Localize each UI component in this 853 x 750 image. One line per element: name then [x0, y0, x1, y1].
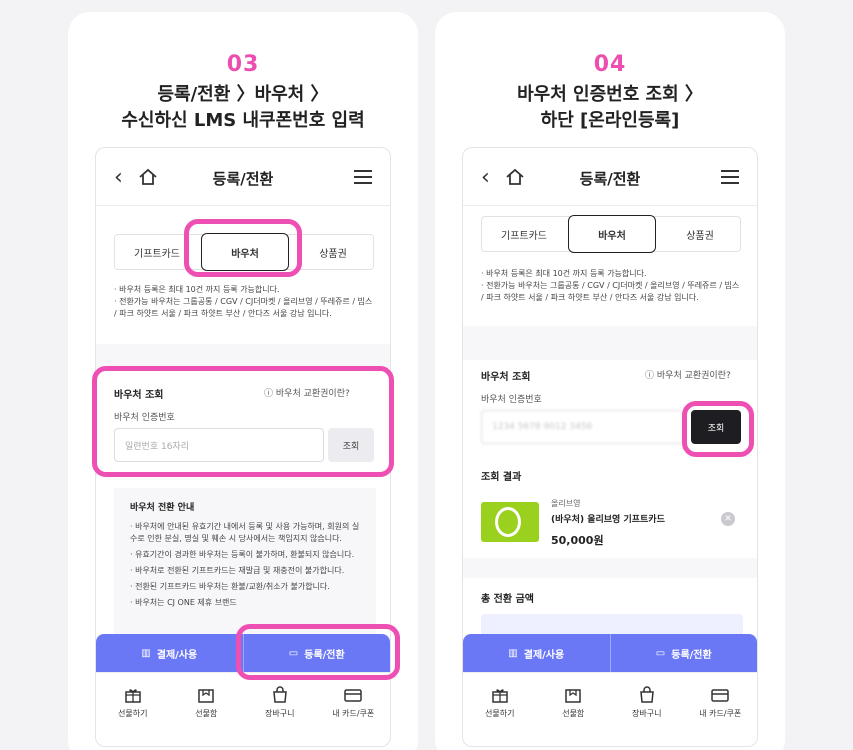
result-title: 조회 결과 — [481, 472, 522, 483]
menu-icon[interactable] — [354, 170, 372, 184]
gift-icon — [125, 689, 141, 703]
step-card-04: 04 바우처 인증번호 조회 〉 하단 [온라인등록] ‹ 등록/전환 기프트카… — [435, 12, 785, 750]
close-circle-icon[interactable]: ✕ — [721, 512, 735, 526]
nav-gift[interactable]: 선물하기 — [96, 673, 170, 732]
shopping-bag-icon — [639, 686, 654, 703]
voucher-code-input[interactable]: 일련번호 16자리 — [114, 428, 324, 462]
result-item: 올리브영 (바우처) 올리브영 기프트카드 50,000원 ✕ — [481, 496, 743, 552]
help-circle-icon: ⓘ — [264, 389, 274, 399]
code-label: 바우처 인증번호 — [114, 413, 175, 423]
tab-voucher[interactable]: 바우처 — [201, 233, 289, 271]
shopping-bag-icon — [272, 686, 287, 703]
result-brand: 올리브영 — [551, 499, 581, 508]
voucher-help-link[interactable]: ⓘ 바우처 교환권이란? — [645, 368, 731, 381]
card-add-icon: ▭ — [655, 647, 666, 659]
lookup-title: 바우처 조회 — [114, 390, 164, 401]
step-title: 등록/전환 〉바우처 〉 수신하신 LMS 내쿠폰번호 입력 — [121, 84, 365, 131]
lookup-button[interactable]: 조회 — [328, 428, 374, 462]
voucher-code-input[interactable]: 1234 5678 9012 3456 — [481, 410, 683, 444]
menu-icon[interactable] — [721, 170, 739, 184]
divider-area — [463, 326, 757, 360]
card-add-icon: ▭ — [288, 647, 299, 659]
card-icon — [711, 689, 729, 702]
voucher-tabs: 기프트카드 바우처 상품권 — [114, 233, 375, 271]
voucher-guide: 바우처 전환 안내 · 바우처에 안내된 유효기간 내에서 등록 및 사용 가능… — [114, 488, 376, 638]
register-button[interactable]: ▭ 등록/전환 — [609, 634, 758, 672]
voucher-notes: · 바우처 등록은 최대 10건 까지 등록 가능합니다. · 전환가능 바우처… — [481, 269, 740, 302]
lookup-button[interactable]: 조회 — [691, 410, 741, 444]
step-number: 04 — [593, 52, 627, 77]
nav-gift-box[interactable]: 선물함 — [537, 673, 611, 732]
voucher-help-link[interactable]: ⓘ 바우처 교환권이란? — [264, 386, 350, 399]
bottom-action-bar: ▥ 결제/사용 ▭ 등록/전환 — [463, 634, 757, 672]
oliveyoung-logo — [481, 502, 539, 542]
page-title: 등록/전환 — [579, 170, 641, 188]
register-button[interactable]: ▭ 등록/전환 — [242, 634, 391, 672]
voucher-tabs: 기프트카드 바우처 상품권 — [481, 215, 742, 253]
card-icon — [344, 689, 362, 702]
top-bar: ‹ 등록/전환 — [463, 148, 757, 206]
step-card-03: 03 등록/전환 〉바우처 〉 수신하신 LMS 내쿠폰번호 입력 ‹ 등록/전… — [68, 12, 418, 750]
step-number: 03 — [226, 52, 260, 77]
page-title: 등록/전환 — [212, 170, 274, 188]
tab-giftcard[interactable]: 기프트카드 — [115, 235, 199, 269]
phone-screen: ‹ 등록/전환 기프트카드 바우처 상품권 · 바우처 등록은 최대 10건 까… — [95, 147, 391, 747]
step-title: 바우처 인증번호 조회 〉 하단 [온라인등록] — [517, 84, 703, 131]
top-bar: ‹ 등록/전환 — [96, 148, 390, 206]
bottom-action-bar: ▥ 결제/사용 ▭ 등록/전환 — [96, 634, 390, 672]
nav-my-card[interactable]: 내 카드/쿠폰 — [317, 673, 391, 732]
gift-box-icon — [565, 689, 581, 703]
lookup-title: 바우처 조회 — [481, 372, 531, 383]
nav-cart[interactable]: 장바구니 — [610, 673, 684, 732]
pay-button[interactable]: ▥ 결제/사용 — [96, 634, 243, 672]
code-label: 바우처 인증번호 — [481, 395, 542, 405]
nav-my-card[interactable]: 내 카드/쿠폰 — [684, 673, 758, 732]
tab-gift-certificate[interactable]: 상품권 — [658, 217, 742, 251]
tab-gift-certificate[interactable]: 상품권 — [291, 235, 375, 269]
total-title: 총 전환 금액 — [481, 594, 534, 605]
pay-button[interactable]: ▥ 결제/사용 — [463, 634, 610, 672]
divider-area — [96, 344, 390, 368]
barcode-icon: ▥ — [508, 647, 518, 659]
bottom-nav: 선물하기 선물함 장바구니 내 카드/쿠폰 — [463, 672, 757, 732]
gift-box-icon — [198, 689, 214, 703]
tab-voucher[interactable]: 바우처 — [568, 215, 656, 253]
voucher-notes: · 바우처 등록은 최대 10건 까지 등록 가능합니다. · 전환가능 바우처… — [114, 285, 373, 318]
barcode-icon: ▥ — [141, 647, 151, 659]
divider-area — [463, 558, 757, 578]
result-product: (바우처) 올리브영 기프트카드 — [551, 515, 665, 525]
nav-cart[interactable]: 장바구니 — [243, 673, 317, 732]
phone-screen: ‹ 등록/전환 기프트카드 바우처 상품권 · 바우처 등록은 최대 10건 까… — [462, 147, 758, 747]
nav-gift-box[interactable]: 선물함 — [170, 673, 244, 732]
bottom-nav: 선물하기 선물함 장바구니 내 카드/쿠폰 — [96, 672, 390, 732]
nav-gift[interactable]: 선물하기 — [463, 673, 537, 732]
gift-icon — [492, 689, 508, 703]
result-price: 50,000원 — [551, 534, 604, 547]
help-circle-icon: ⓘ — [645, 371, 655, 381]
tab-giftcard[interactable]: 기프트카드 — [482, 217, 566, 251]
